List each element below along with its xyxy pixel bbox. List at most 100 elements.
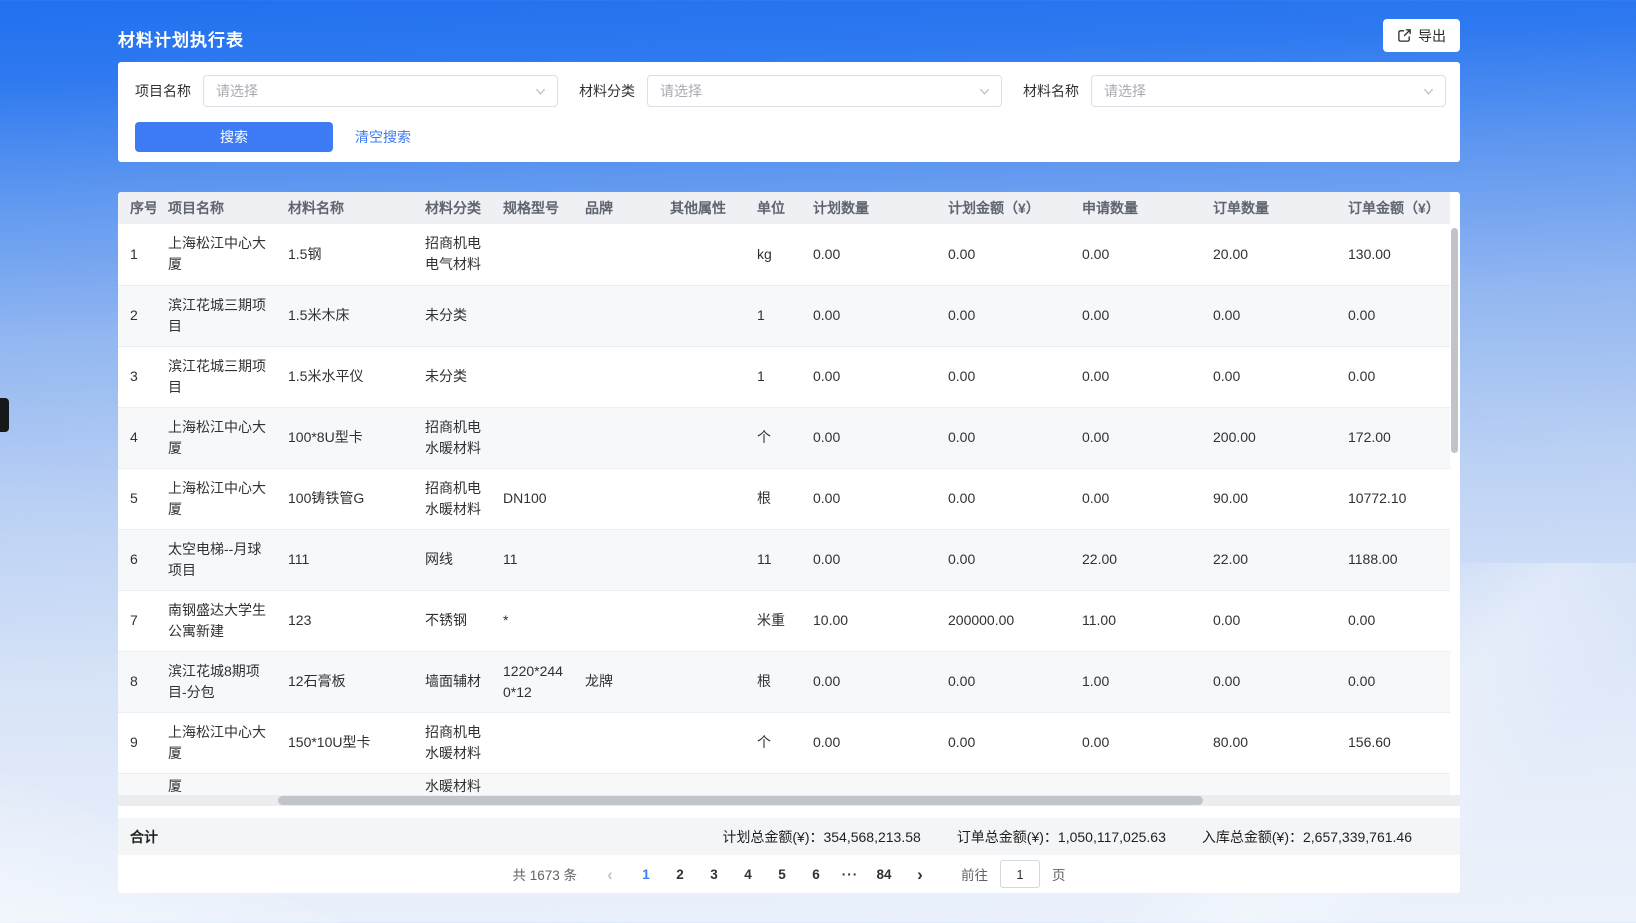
table-cell: 11	[745, 529, 801, 590]
filter-panel: 项目名称 请选择 材料分类 请选择 材料名称 请选择 搜索 清空搜索	[118, 62, 1460, 162]
table-cell: 0.00	[801, 346, 936, 407]
table-cell: 10772.10	[1336, 468, 1450, 529]
table-cell: 1.5米水平仪	[276, 346, 413, 407]
table-cell: 80.00	[1201, 712, 1336, 773]
vertical-scrollbar-thumb[interactable]	[1451, 228, 1458, 453]
table-cell: 100*8U型卡	[276, 407, 413, 468]
table-cell: 1.00	[1070, 651, 1201, 712]
table-row: 9上海松江中心大厦150*10U型卡招商机电水暖材料个0.000.000.008…	[118, 712, 1450, 773]
table-row: 4上海松江中心大厦100*8U型卡招商机电水暖材料个0.000.000.0020…	[118, 407, 1450, 468]
column-header: 序号	[118, 192, 156, 224]
table-cell: 上海松江中心大厦	[156, 407, 276, 468]
horizontal-scrollbar[interactable]	[118, 795, 1460, 806]
table-cell: 0.00	[936, 224, 1070, 285]
chevron-down-icon	[534, 85, 547, 98]
drawer-toggle-handle[interactable]	[0, 398, 9, 432]
table-cell: 网线	[413, 529, 491, 590]
export-icon	[1397, 28, 1412, 43]
filter-label: 材料分类	[579, 81, 635, 101]
table-cell: kg	[745, 224, 801, 285]
page-button[interactable]: 2	[665, 867, 695, 882]
table-cell: 未分类	[413, 346, 491, 407]
summary-row: 合计 计划总金额(¥)：354,568,213.58订单总金额(¥)：1,050…	[118, 818, 1460, 855]
table-cell	[658, 224, 745, 285]
table-cell: 0.00	[936, 712, 1070, 773]
filter-label: 项目名称	[135, 81, 191, 101]
more-pages-button[interactable]: ···	[835, 867, 865, 882]
table-cell: 1.5米木床	[276, 285, 413, 346]
material-name-select[interactable]: 请选择	[1091, 75, 1446, 107]
column-header: 申请数量	[1070, 192, 1201, 224]
prev-page-button[interactable]: ‹	[595, 866, 625, 883]
material-category-select[interactable]: 请选择	[647, 75, 1002, 107]
table-cell: 水暖材料	[413, 773, 491, 795]
table-cell	[573, 285, 658, 346]
page-button[interactable]: 84	[869, 867, 899, 882]
table-cell: 130.00	[1336, 224, 1450, 285]
table-cell	[936, 773, 1070, 795]
table-cell: 12石膏板	[276, 651, 413, 712]
table-cell	[658, 285, 745, 346]
export-button[interactable]: 导出	[1383, 19, 1460, 52]
table-cell: 个	[745, 712, 801, 773]
column-header: 规格型号	[491, 192, 573, 224]
table-cell: 上海松江中心大厦	[156, 224, 276, 285]
search-button[interactable]: 搜索	[135, 122, 333, 152]
table-cell	[658, 407, 745, 468]
table-cell: 10.00	[801, 590, 936, 651]
table-cell	[573, 529, 658, 590]
table-cell: 0.00	[936, 468, 1070, 529]
table-cell: 南钢盛达大学生公寓新建	[156, 590, 276, 651]
table-cell: 滨江花城8期项目-分包	[156, 651, 276, 712]
summary-total: 计划总金额(¥)：354,568,213.58	[722, 827, 920, 847]
table-cell	[658, 712, 745, 773]
top-bar: 材料计划执行表 导出	[118, 0, 1460, 62]
page-button[interactable]: 1	[631, 867, 661, 882]
table-cell: 7	[118, 590, 156, 651]
table-cell: 0.00	[801, 285, 936, 346]
table-cell: 123	[276, 590, 413, 651]
table-cell: 个	[745, 407, 801, 468]
table-cell	[573, 468, 658, 529]
table-cell: 4	[118, 407, 156, 468]
column-header: 项目名称	[156, 192, 276, 224]
table-cell	[573, 712, 658, 773]
table-cell	[573, 590, 658, 651]
table-cell: 0.00	[1336, 285, 1450, 346]
page-button[interactable]: 6	[801, 867, 831, 882]
project-name-select[interactable]: 请选择	[203, 75, 558, 107]
table-cell: 22.00	[1201, 529, 1336, 590]
table-cell: 0.00	[1201, 346, 1336, 407]
table-cell: 根	[745, 651, 801, 712]
next-page-button[interactable]: ›	[905, 866, 935, 883]
table-cell: 0.00	[1336, 346, 1450, 407]
page-button[interactable]: 4	[733, 867, 763, 882]
table-cell: 不锈钢	[413, 590, 491, 651]
table-cell: 0.00	[936, 529, 1070, 590]
table-cell: 200.00	[1201, 407, 1336, 468]
filter-material-name: 材料名称 请选择	[1023, 75, 1446, 107]
table-cell	[573, 346, 658, 407]
page-button[interactable]: 5	[767, 867, 797, 882]
table-cell	[573, 773, 658, 795]
table-cell: 2	[118, 285, 156, 346]
page-button[interactable]: 3	[699, 867, 729, 882]
table-row: 1上海松江中心大厦1.5钢招商机电电气材料kg0.000.000.0020.00…	[118, 224, 1450, 285]
goto-page-input[interactable]	[1000, 860, 1040, 888]
table-row: 2滨江花城三期项目1.5米木床未分类10.000.000.000.000.00	[118, 285, 1450, 346]
column-header: 材料名称	[276, 192, 413, 224]
table-cell: 0.00	[801, 407, 936, 468]
table-cell: 9	[118, 712, 156, 773]
table-cell	[658, 773, 745, 795]
table-scroll-viewport: 序号项目名称材料名称材料分类规格型号品牌其他属性单位计划数量计划金额（¥）申请数…	[118, 192, 1460, 795]
pagination: 共 1673 条 ‹ 123456···84 › 前往 页	[118, 855, 1460, 893]
materials-table: 序号项目名称材料名称材料分类规格型号品牌其他属性单位计划数量计划金额（¥）申请数…	[118, 192, 1450, 795]
summary-total: 入库总金额(¥)：2,657,339,761.46	[1202, 827, 1412, 847]
page-title: 材料计划执行表	[118, 26, 244, 51]
horizontal-scrollbar-thumb[interactable]	[278, 796, 1203, 805]
chevron-down-icon	[978, 85, 991, 98]
table-cell: 0.00	[1070, 346, 1201, 407]
clear-search-link[interactable]: 清空搜索	[355, 127, 411, 147]
table-cell: 0.00	[936, 651, 1070, 712]
table-cell: 0.00	[801, 468, 936, 529]
